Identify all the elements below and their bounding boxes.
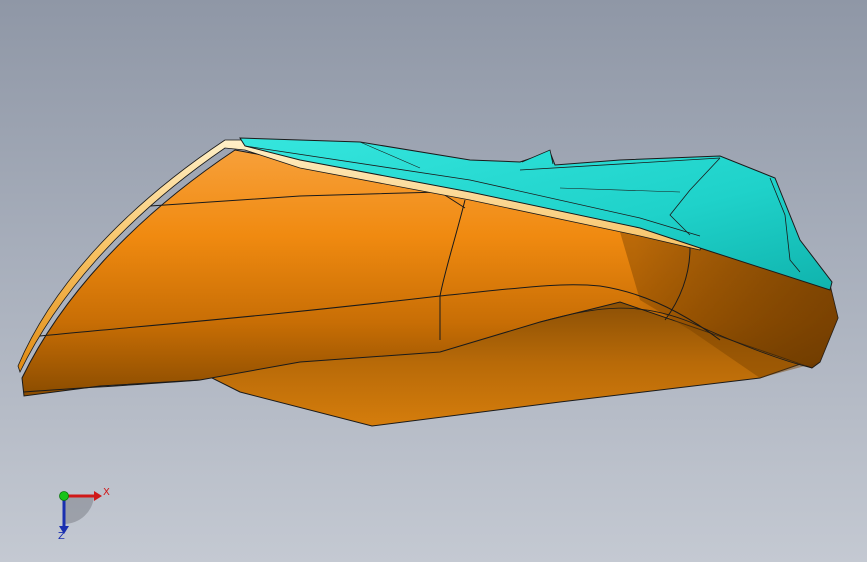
y-axis-dot: [59, 491, 69, 501]
boat-hull-model[interactable]: [0, 0, 867, 562]
x-axis-label: X: [103, 487, 110, 498]
z-axis-label: Z: [58, 531, 65, 542]
deck-console: [521, 149, 554, 165]
graphics-viewport[interactable]: X Z: [0, 0, 867, 562]
orientation-triad: X Z: [40, 478, 120, 548]
